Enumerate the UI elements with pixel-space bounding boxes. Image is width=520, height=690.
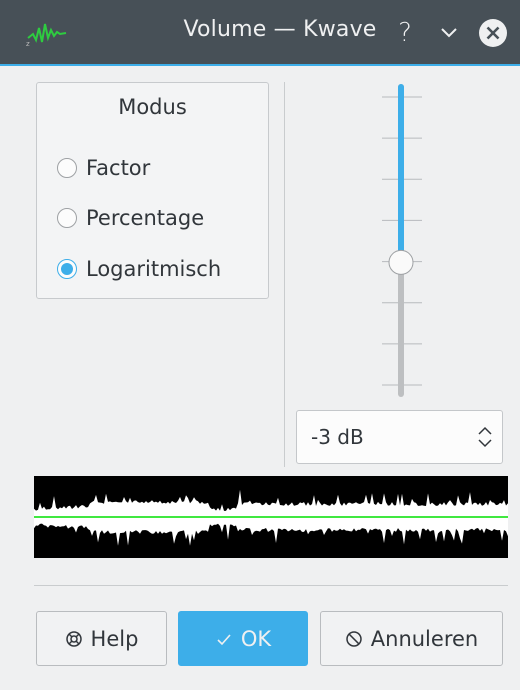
close-icon[interactable] (476, 16, 510, 50)
cancel-button-label: Annuleren (370, 626, 479, 651)
help-button[interactable]: Help (36, 611, 167, 666)
chevron-down-icon[interactable] (432, 16, 466, 50)
help-button-label: Help (90, 626, 139, 651)
cancel-icon (345, 630, 363, 648)
volume-slider[interactable] (360, 80, 440, 400)
radio-logaritmisch[interactable]: Logaritmisch (57, 254, 221, 284)
modus-group: Modus Factor Percentage Logaritmisch (36, 82, 269, 299)
horizontal-divider (34, 585, 508, 586)
check-icon (215, 630, 233, 648)
spin-arrows-icon[interactable] (476, 424, 494, 450)
gain-value[interactable]: -3 dB (311, 425, 364, 449)
radio-label-factor: Factor (86, 156, 151, 180)
waveform-shape (34, 489, 508, 546)
radio-button[interactable] (57, 158, 77, 178)
radio-button-selected[interactable] (57, 259, 77, 279)
ok-button[interactable]: OK (178, 611, 308, 666)
radio-label-percentage: Percentage (86, 206, 205, 230)
help-icon[interactable]: ? (388, 16, 422, 50)
waveform-preview (34, 476, 508, 558)
slider-handle (388, 249, 414, 275)
slider-fill (398, 84, 404, 263)
modus-group-title: Modus (118, 95, 187, 119)
radio-percentage[interactable]: Percentage (57, 203, 204, 233)
radio-button[interactable] (57, 208, 77, 228)
gain-spinbox[interactable]: -3 dB (296, 410, 503, 464)
help-lifebuoy-icon (65, 630, 83, 648)
ok-button-label: OK (240, 626, 272, 651)
radio-factor[interactable]: Factor (57, 153, 150, 183)
radio-label-logaritmisch: Logaritmisch (86, 257, 222, 281)
cancel-button[interactable]: Annuleren (320, 611, 503, 666)
title-bar[interactable]: z Volume — Kwave ? (0, 0, 520, 66)
vertical-divider (284, 82, 285, 467)
